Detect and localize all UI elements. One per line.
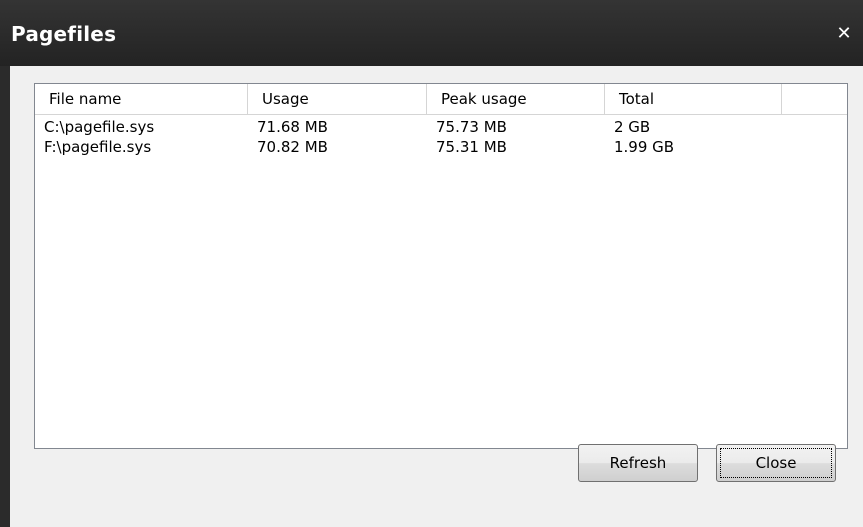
close-icon[interactable]: ✕: [833, 23, 855, 45]
column-header-filler: [782, 84, 847, 114]
cell-file-name: C:\pagefile.sys: [44, 118, 155, 136]
cell-peak-usage: 75.73 MB: [436, 118, 507, 136]
pagefiles-dialog: Pagefiles ✕ File name Usage Peak usage T…: [0, 0, 863, 527]
column-header-file-name[interactable]: File name: [35, 84, 248, 114]
close-button[interactable]: Close: [716, 444, 836, 482]
cell-total: 1.99 GB: [614, 138, 675, 156]
refresh-button[interactable]: Refresh: [578, 444, 698, 482]
column-header-peak-usage[interactable]: Peak usage: [427, 84, 605, 114]
table-row[interactable]: C:\pagefile.sys 71.68 MB 75.73 MB 2 GB: [35, 117, 847, 137]
title-bar[interactable]: Pagefiles ✕: [0, 0, 863, 66]
pagefiles-list[interactable]: File name Usage Peak usage Total C:\page…: [34, 83, 848, 449]
list-header: File name Usage Peak usage Total: [35, 84, 847, 115]
cell-file-name: F:\pagefile.sys: [44, 138, 152, 156]
dialog-title: Pagefiles: [11, 22, 117, 46]
dialog-body: File name Usage Peak usage Total C:\page…: [10, 66, 863, 527]
cell-usage: 70.82 MB: [257, 138, 328, 156]
cell-peak-usage: 75.31 MB: [436, 138, 507, 156]
cell-usage: 71.68 MB: [257, 118, 328, 136]
close-button-label: Close: [720, 448, 832, 478]
table-row[interactable]: F:\pagefile.sys 70.82 MB 75.31 MB 1.99 G…: [35, 137, 847, 157]
column-header-usage[interactable]: Usage: [248, 84, 427, 114]
column-header-total[interactable]: Total: [605, 84, 782, 114]
cell-total: 2 GB: [614, 118, 651, 136]
